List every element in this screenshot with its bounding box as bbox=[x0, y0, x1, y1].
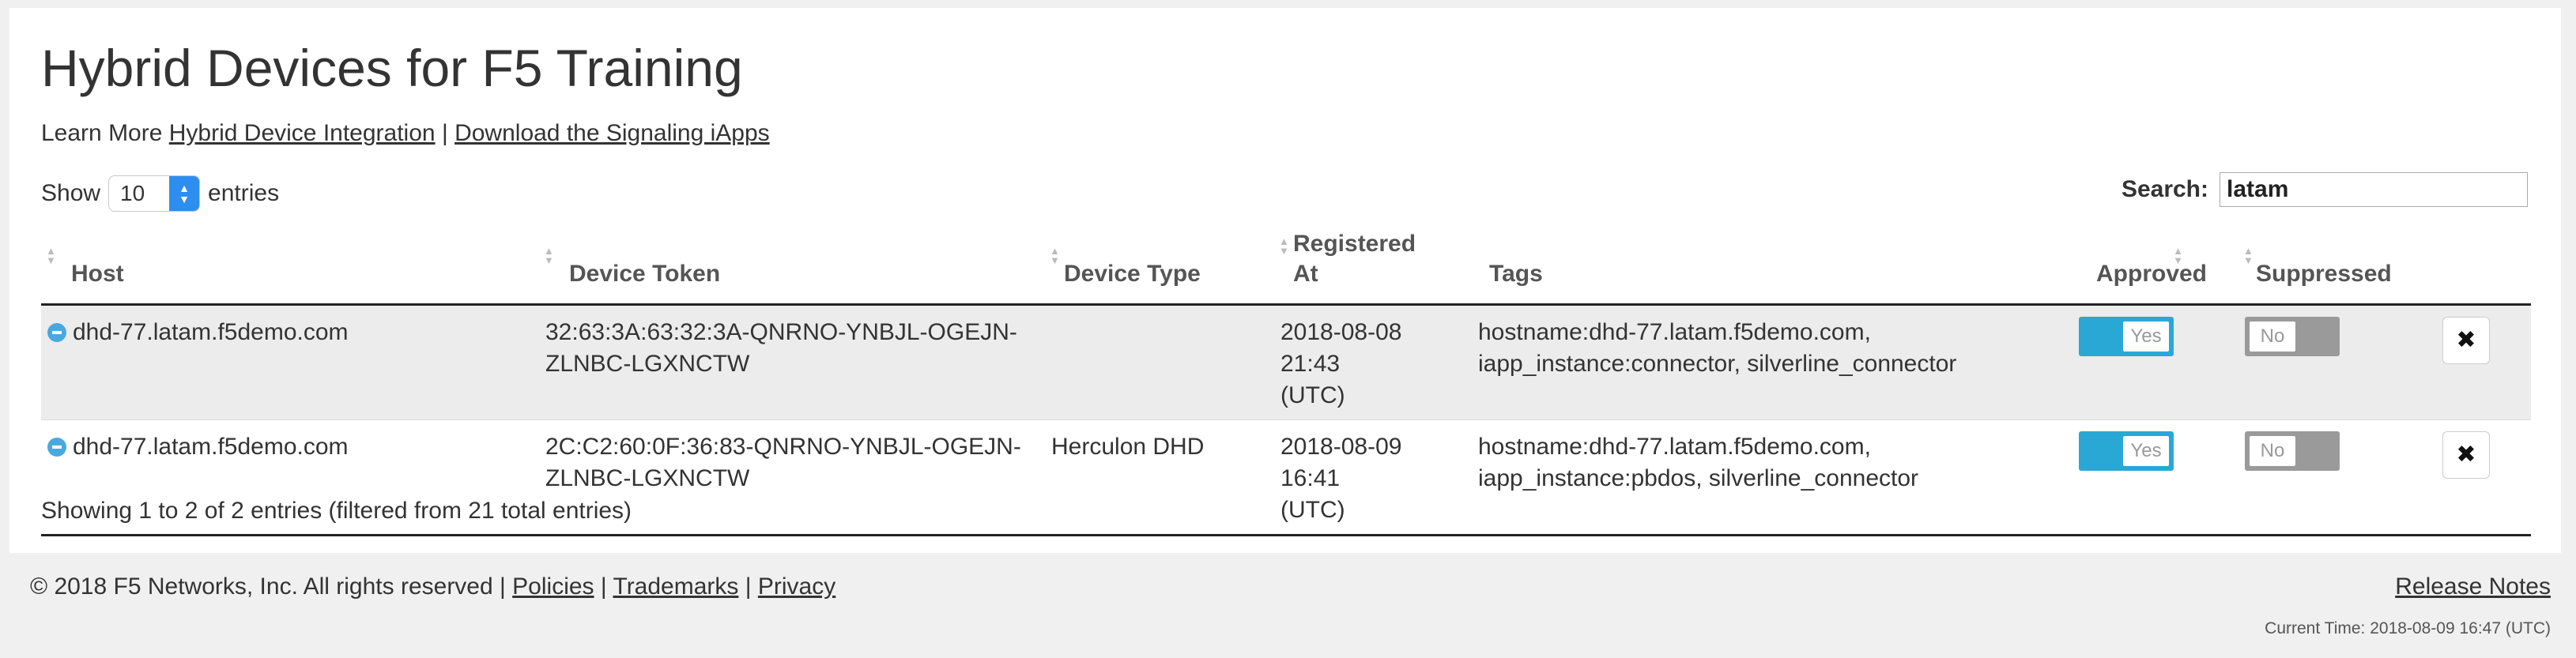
policies-link[interactable]: Policies bbox=[512, 573, 594, 600]
download-iapps-link[interactable]: Download the Signaling iApps bbox=[454, 120, 770, 146]
type-cell bbox=[1045, 304, 1274, 420]
header-device-type[interactable]: ▲ ▼ Device Type bbox=[1045, 229, 1274, 306]
collapse-row-icon[interactable] bbox=[47, 323, 66, 342]
suppressed-toggle[interactable]: No bbox=[2245, 317, 2340, 356]
learn-more-bar: Learn More Hybrid Device Integration | D… bbox=[41, 120, 770, 147]
devices-table: ▲ ▼ Host ▲ ▼ Device Token ▲ ▼ Device Type ▲ ▼ Re… bbox=[41, 229, 2531, 536]
header-actions bbox=[2436, 229, 2531, 306]
suppressed-toggle[interactable]: No bbox=[2245, 431, 2340, 471]
suppressed-cell: No bbox=[2238, 419, 2436, 536]
show-label: Show bbox=[41, 180, 101, 206]
host-cell: dhd-77.latam.f5demo.com bbox=[41, 304, 539, 420]
approved-cell: Yes bbox=[2072, 304, 2238, 420]
select-arrows-icon: ▲ ▼ bbox=[169, 176, 200, 211]
table-header-row: ▲ ▼ Host ▲ ▼ Device Token ▲ ▼ Device Type ▲ ▼ Re… bbox=[41, 229, 2531, 306]
approved-cell: Yes bbox=[2072, 419, 2238, 536]
delete-button[interactable]: ✖ bbox=[2442, 431, 2490, 479]
entries-select-value: 10 bbox=[120, 181, 145, 205]
tags-cell: hostname:dhd-77.latam.f5demo.com, iapp_in… bbox=[1472, 304, 2072, 420]
sort-icon: ▲ ▼ bbox=[1279, 235, 1289, 257]
release-notes-link[interactable]: Release Notes bbox=[2395, 573, 2551, 600]
separator: | bbox=[441, 120, 448, 146]
header-registered-at[interactable]: ▲ ▼ Registered At bbox=[1274, 229, 1472, 306]
page-title: Hybrid Devices for F5 Training bbox=[41, 39, 743, 97]
table-info: Showing 1 to 2 of 2 entries (filtered fr… bbox=[41, 498, 632, 524]
search-input[interactable] bbox=[2220, 172, 2528, 207]
copyright: © 2018 F5 Networks, Inc. All rights rese… bbox=[30, 573, 493, 600]
sort-icon: ▲ ▼ bbox=[46, 245, 56, 266]
footer-links: © 2018 F5 Networks, Inc. All rights rese… bbox=[30, 573, 836, 600]
actions-cell: ✖ bbox=[2436, 419, 2531, 536]
registered-cell: 2018-08-09 16:41 (UTC) bbox=[1274, 419, 1472, 536]
token-cell: 32:63:3A:63:32:3A-QNRNO-YNBJL-OGEJN- ZLNB… bbox=[539, 304, 1045, 420]
sort-icon: ▲ ▼ bbox=[2243, 245, 2254, 266]
header-host[interactable]: ▲ ▼ Host bbox=[41, 229, 539, 306]
tags-cell: hostname:dhd-77.latam.f5demo.com, iapp_in… bbox=[1472, 419, 2072, 536]
privacy-link[interactable]: Privacy bbox=[758, 573, 835, 600]
header-suppressed[interactable]: ▲ ▼ Suppressed bbox=[2238, 229, 2436, 306]
sort-icon: ▲ ▼ bbox=[544, 245, 554, 266]
sort-icon: ▲ ▼ bbox=[1050, 245, 1060, 266]
header-approved[interactable]: ▲ ▼ Approved bbox=[2072, 229, 2238, 306]
sort-icon: ▲ ▼ bbox=[2173, 245, 2183, 266]
current-time: Current Time: 2018-08-09 16:47 (UTC) bbox=[2265, 619, 2551, 637]
actions-cell: ✖ bbox=[2436, 304, 2531, 420]
suppressed-cell: No bbox=[2238, 304, 2436, 420]
release-notes: Release Notes bbox=[2395, 573, 2551, 600]
approved-toggle[interactable]: Yes bbox=[2079, 431, 2174, 471]
search-label: Search: bbox=[2121, 176, 2208, 202]
hybrid-device-integration-link[interactable]: Hybrid Device Integration bbox=[169, 120, 436, 146]
main-panel: Hybrid Devices for F5 Training Learn Mor… bbox=[9, 8, 2561, 553]
header-device-token[interactable]: ▲ ▼ Device Token bbox=[539, 229, 1045, 306]
trademarks-link[interactable]: Trademarks bbox=[613, 573, 738, 600]
entries-label: entries bbox=[208, 180, 280, 206]
registered-cell: 2018-08-08 21:43 (UTC) bbox=[1274, 304, 1472, 420]
entries-length-control: Show 10 ▲ ▼ entries bbox=[41, 175, 279, 212]
search-control: Search: bbox=[2122, 172, 2528, 207]
delete-button[interactable]: ✖ bbox=[2442, 317, 2490, 364]
entries-select[interactable]: 10 ▲ ▼ bbox=[108, 175, 201, 212]
close-icon: ✖ bbox=[2456, 442, 2476, 468]
close-icon: ✖ bbox=[2456, 327, 2476, 353]
table-row: dhd-77.latam.f5demo.com 32:63:3A:63:32:3… bbox=[41, 304, 2531, 420]
header-tags: Tags bbox=[1472, 229, 2072, 306]
collapse-row-icon[interactable] bbox=[47, 438, 66, 457]
type-cell: Herculon DHD bbox=[1045, 419, 1274, 536]
approved-toggle[interactable]: Yes bbox=[2079, 317, 2174, 356]
learn-more-label: Learn More bbox=[41, 120, 163, 146]
